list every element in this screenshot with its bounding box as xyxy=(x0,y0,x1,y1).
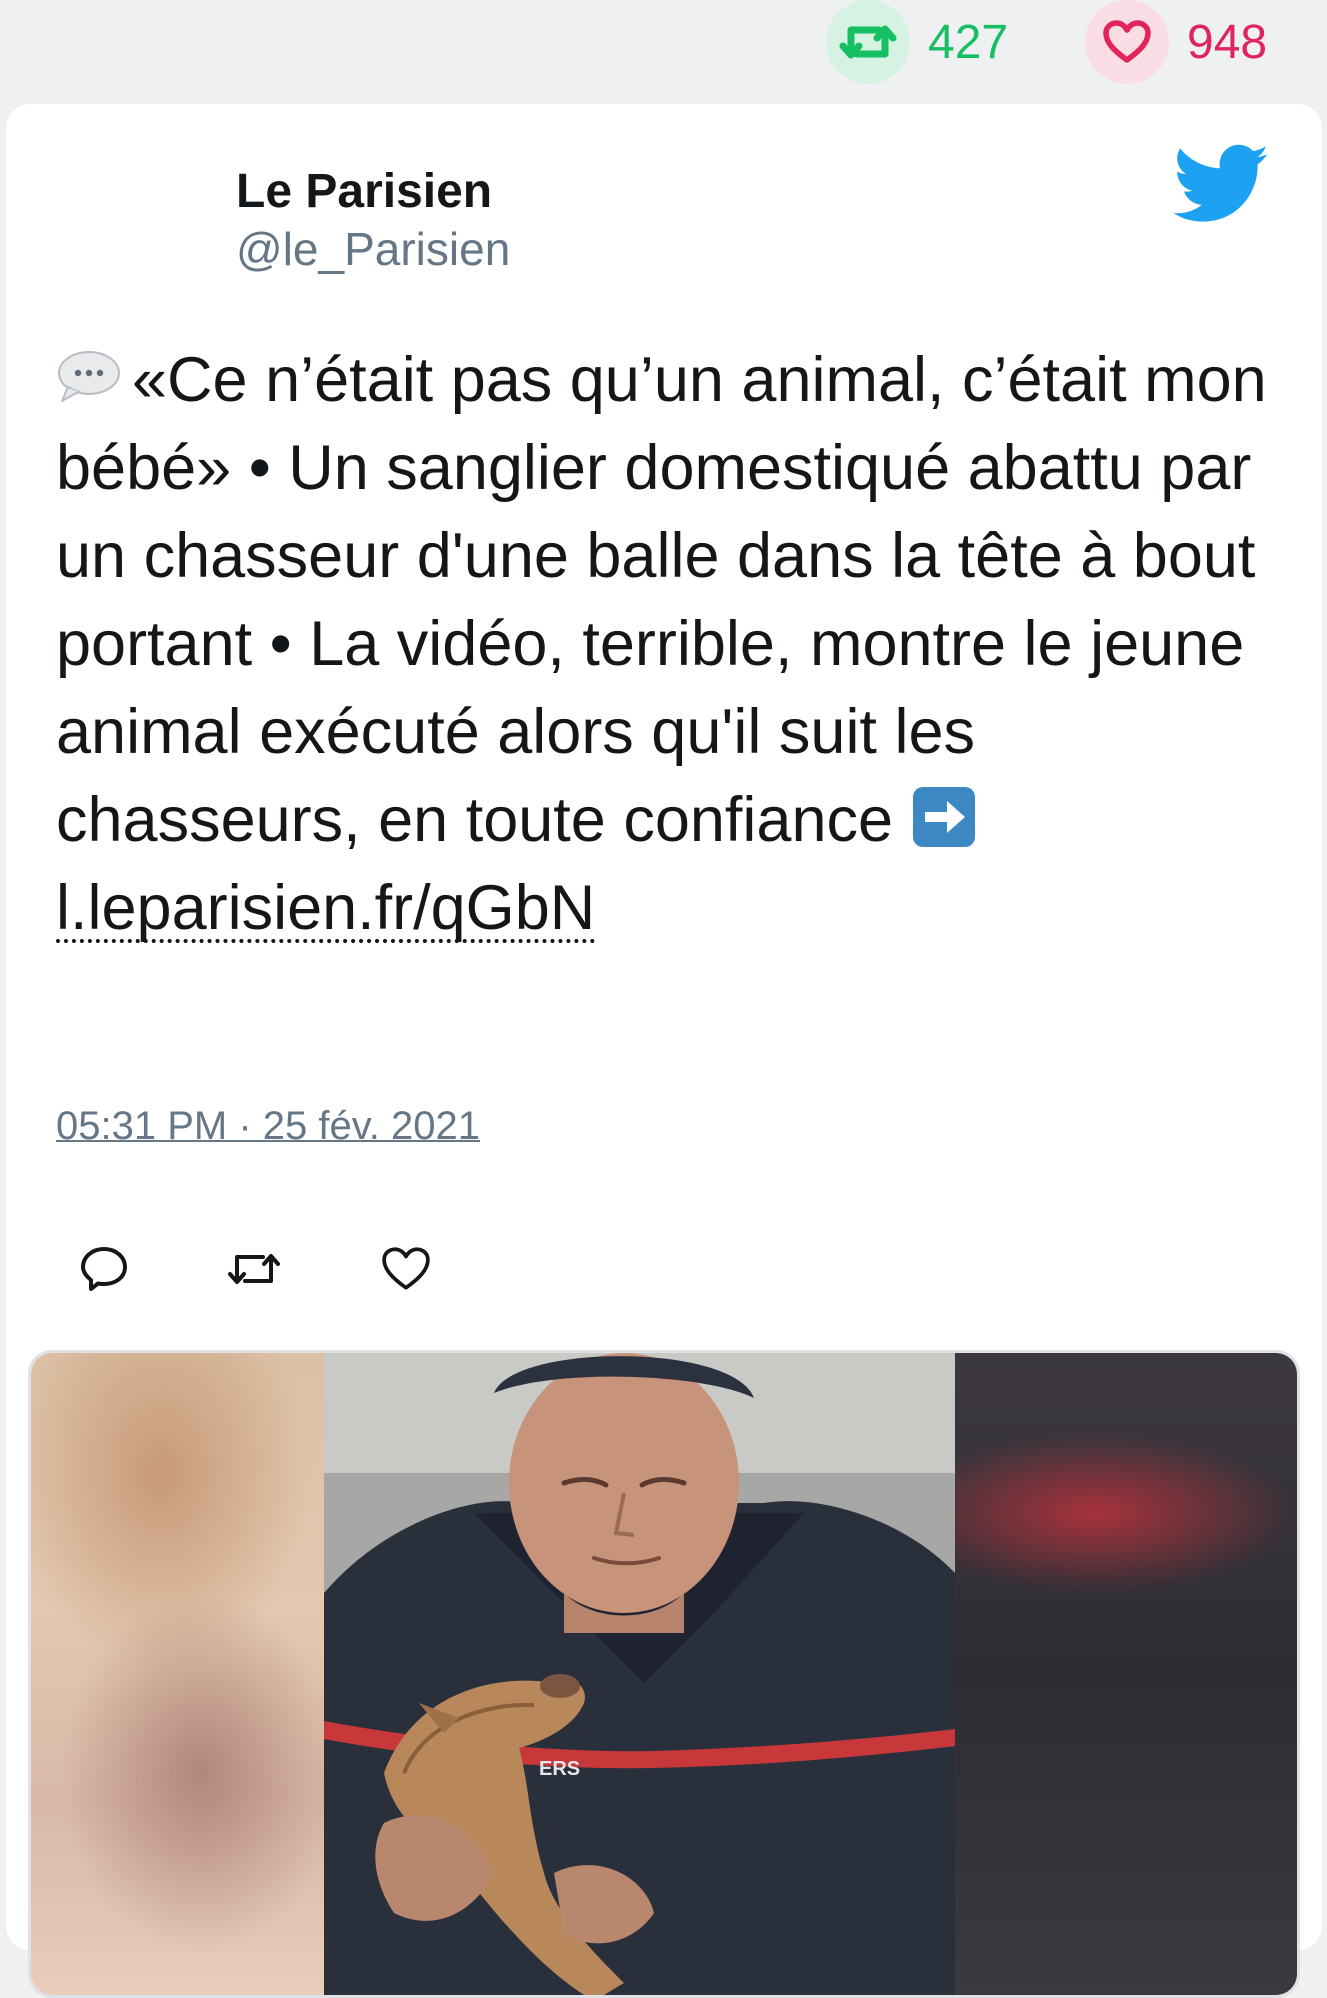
author-name[interactable]: Le Parisien xyxy=(236,164,492,219)
retweet-stat[interactable]: 427 xyxy=(826,0,1008,84)
retweet-action-icon[interactable] xyxy=(224,1239,284,1299)
retweet-count: 427 xyxy=(928,15,1009,69)
tweet-card: Le Parisien @le_Parisien «Ce n’était pas… xyxy=(6,104,1322,1998)
media-blurred-right xyxy=(955,1353,1297,1995)
engagement-stats-bar: 427 948 xyxy=(0,0,1327,100)
speech-bubble-icon xyxy=(56,340,122,402)
retweet-icon xyxy=(826,0,910,84)
media-blurred-left xyxy=(31,1353,327,1995)
like-stat[interactable]: 948 xyxy=(1085,0,1267,84)
tweet-text: «Ce n’était pas qu’un animal, c’était mo… xyxy=(56,345,1267,855)
like-count: 948 xyxy=(1187,15,1268,69)
tweet-timestamp[interactable]: 05:31 PM · 25 fév. 2021 xyxy=(56,1104,480,1149)
media-photo: ERS xyxy=(324,1353,964,1995)
tweet-body: «Ce n’était pas qu’un animal, c’était mo… xyxy=(56,336,1286,952)
heart-icon xyxy=(1085,0,1169,84)
right-arrow-icon xyxy=(911,784,977,848)
like-action-icon[interactable] xyxy=(376,1239,436,1299)
reply-icon[interactable] xyxy=(74,1239,134,1299)
twitter-bird-icon[interactable] xyxy=(1173,144,1270,228)
tweet-link[interactable]: l.leparisien.fr/qGbN xyxy=(56,877,596,943)
man-holding-boar-illustration: ERS xyxy=(324,1353,964,1995)
author-handle[interactable]: @le_Parisien xyxy=(236,222,510,276)
jacket-text: ERS xyxy=(539,1758,580,1780)
tweet-media[interactable]: ERS xyxy=(28,1350,1300,1998)
